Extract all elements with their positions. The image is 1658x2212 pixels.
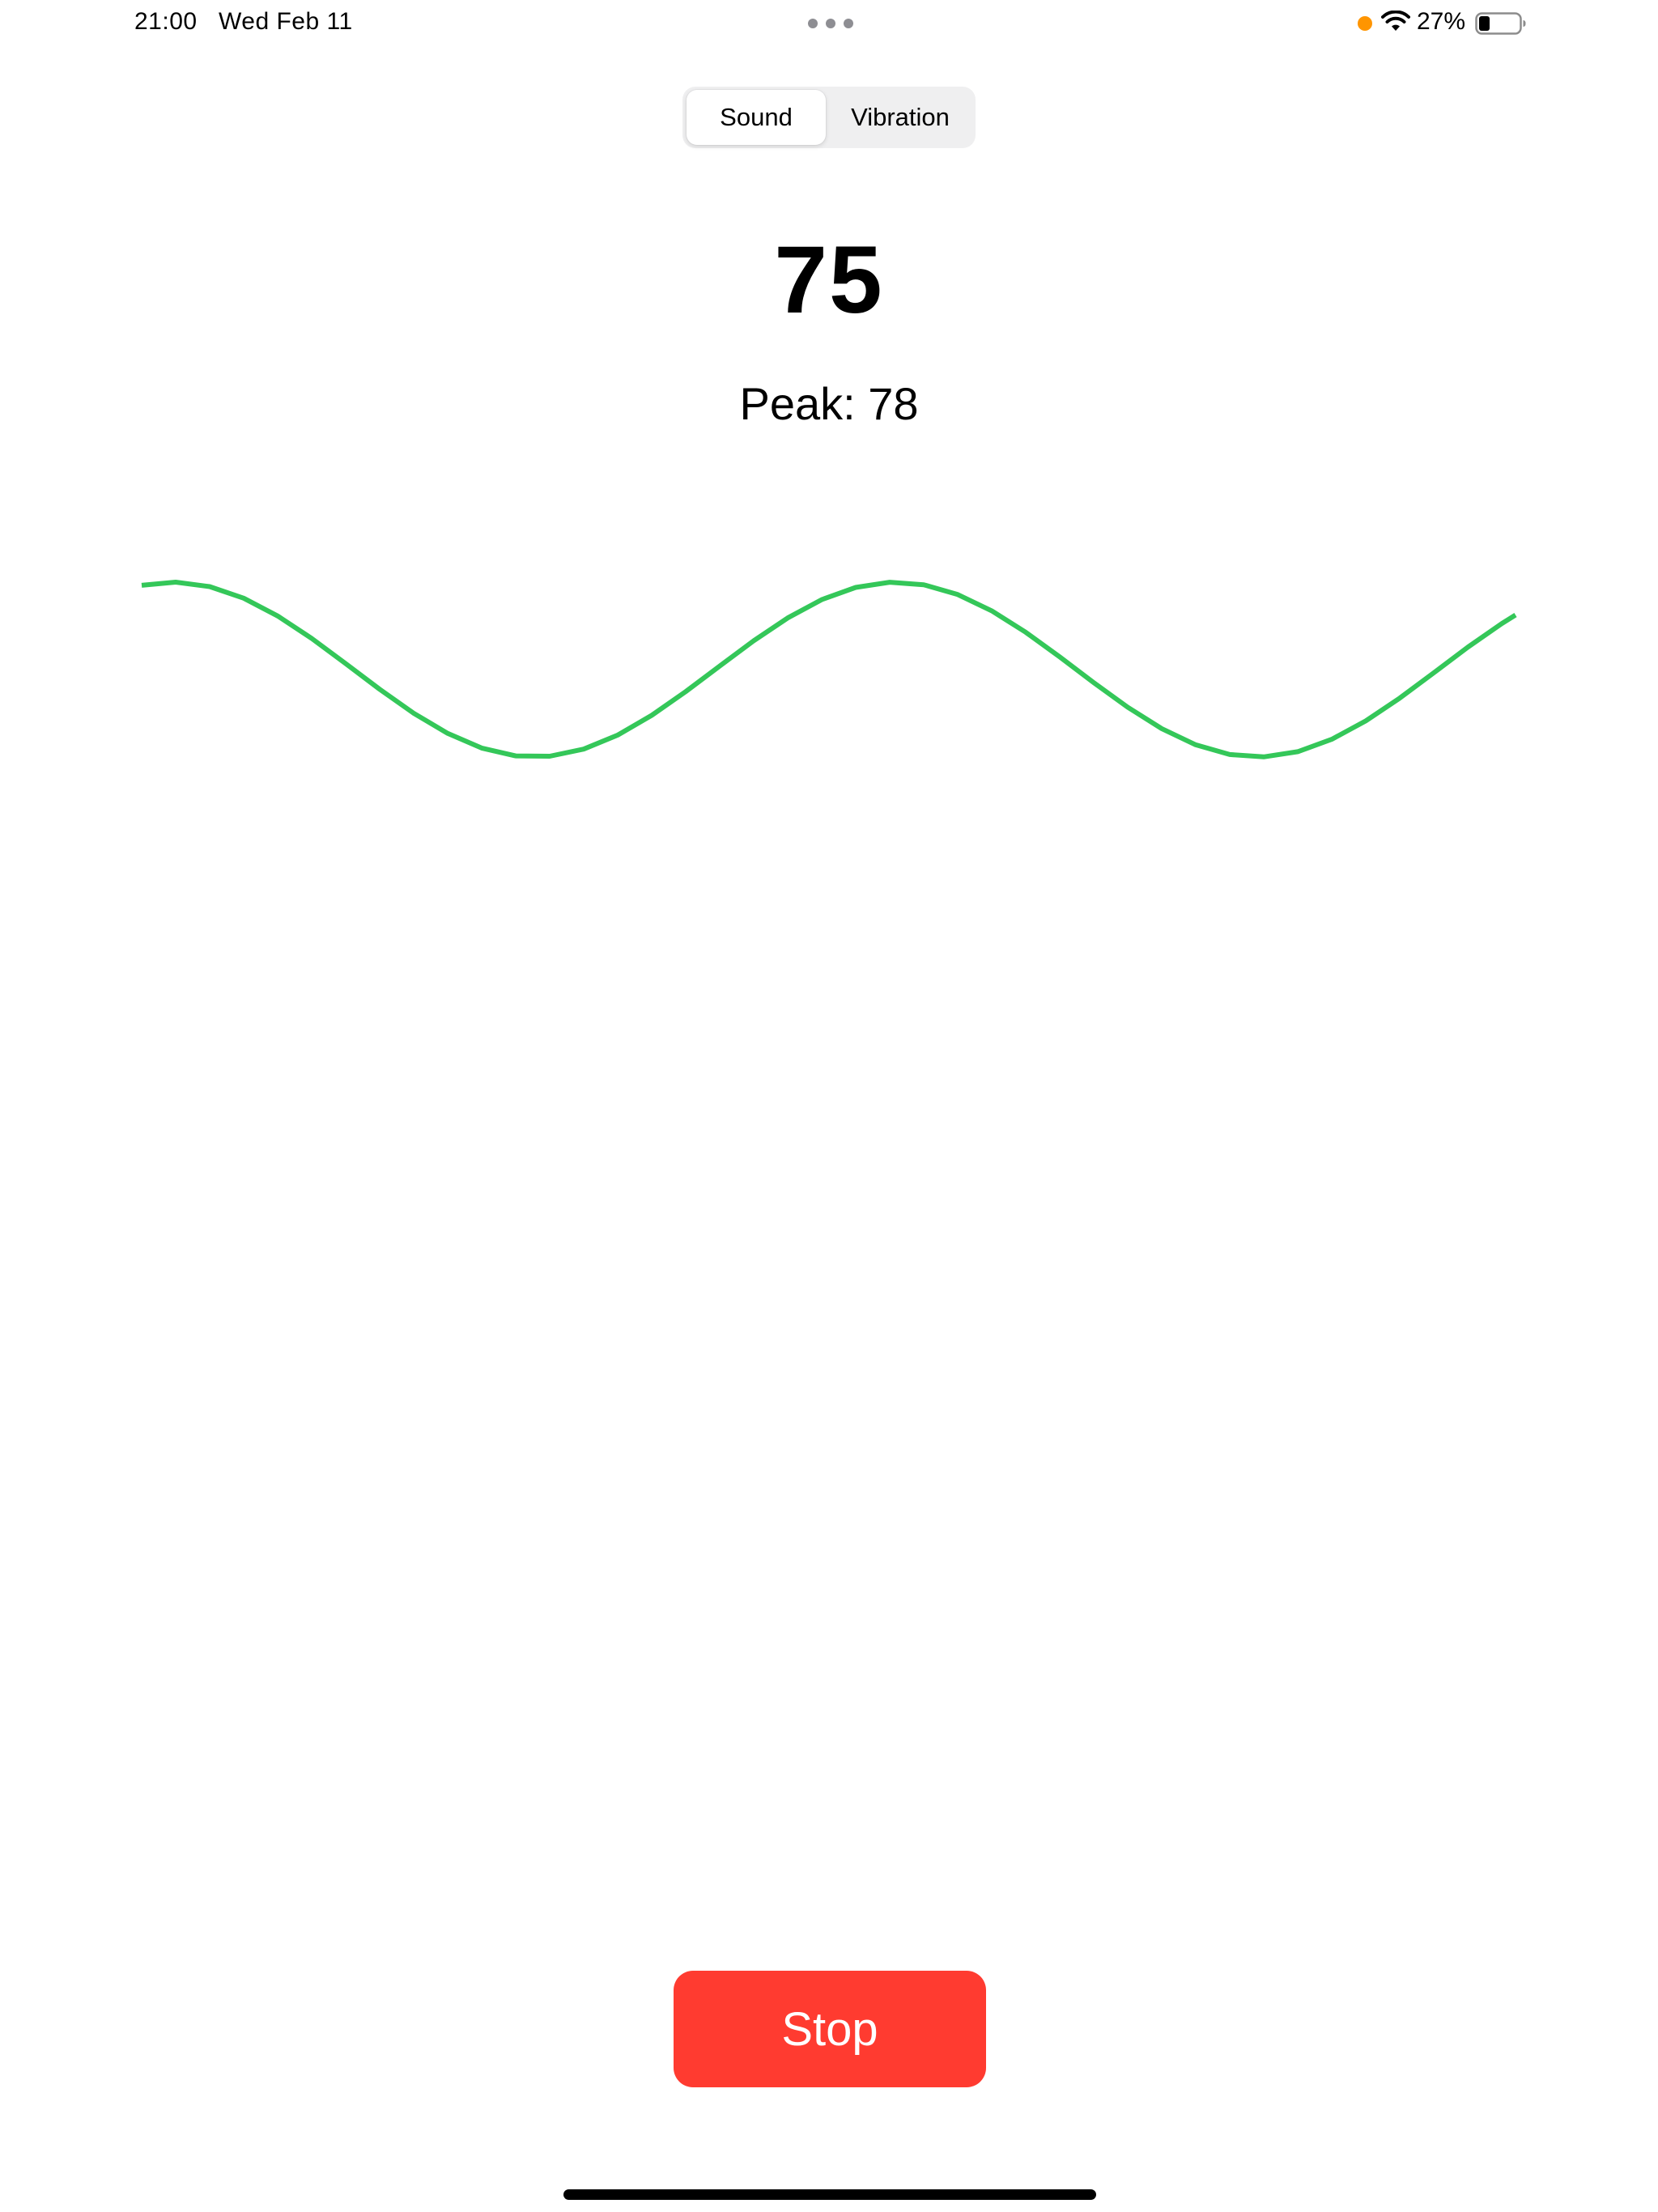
multitasking-dots-icon[interactable] — [808, 18, 853, 29]
app-screen: 21:00 Wed Feb 11 27% Sound Vibration 75 … — [0, 0, 1658, 2212]
battery-percent: 27% — [1417, 8, 1466, 35]
waveform-line — [141, 580, 1517, 759]
mode-segmented-control: Sound Vibration — [682, 87, 976, 148]
battery-icon — [1475, 12, 1526, 35]
segment-vibration[interactable]: Vibration — [829, 90, 971, 145]
status-time: 21:00 — [134, 8, 198, 35]
home-indicator[interactable] — [563, 2189, 1096, 2200]
dot — [808, 19, 818, 28]
peak-reading: Peak: 78 — [739, 378, 919, 429]
stop-button[interactable]: Stop — [674, 1971, 986, 2087]
status-date: Wed Feb 11 — [219, 8, 353, 35]
segment-sound[interactable]: Sound — [687, 90, 826, 145]
dot — [844, 19, 853, 28]
privacy-indicator-icon — [1358, 16, 1372, 31]
current-reading: 75 — [774, 227, 884, 334]
dot — [826, 19, 835, 28]
wifi-icon — [1381, 11, 1410, 31]
